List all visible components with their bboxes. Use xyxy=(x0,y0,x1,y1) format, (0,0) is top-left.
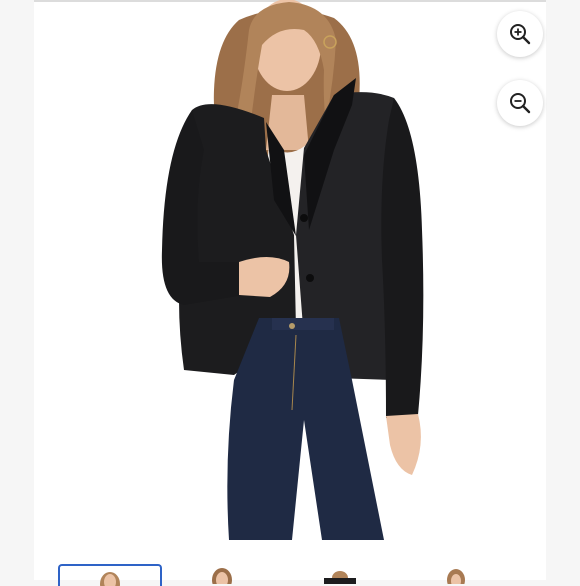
zoom-out-button[interactable] xyxy=(497,80,543,126)
thumbnail-4[interactable] xyxy=(406,564,506,584)
zoom-in-button[interactable] xyxy=(497,11,543,57)
model-wearing-black-blazer xyxy=(161,0,424,540)
thumbnail-3[interactable] xyxy=(288,564,388,584)
product-image-viewer xyxy=(34,0,546,586)
thumbnail-1[interactable] xyxy=(58,564,162,586)
thumbnail-2[interactable] xyxy=(172,564,272,584)
zoom-out-icon xyxy=(510,93,531,114)
thumbnail-strip xyxy=(34,560,546,586)
main-product-image[interactable] xyxy=(34,0,546,540)
zoom-in-icon xyxy=(510,24,531,45)
